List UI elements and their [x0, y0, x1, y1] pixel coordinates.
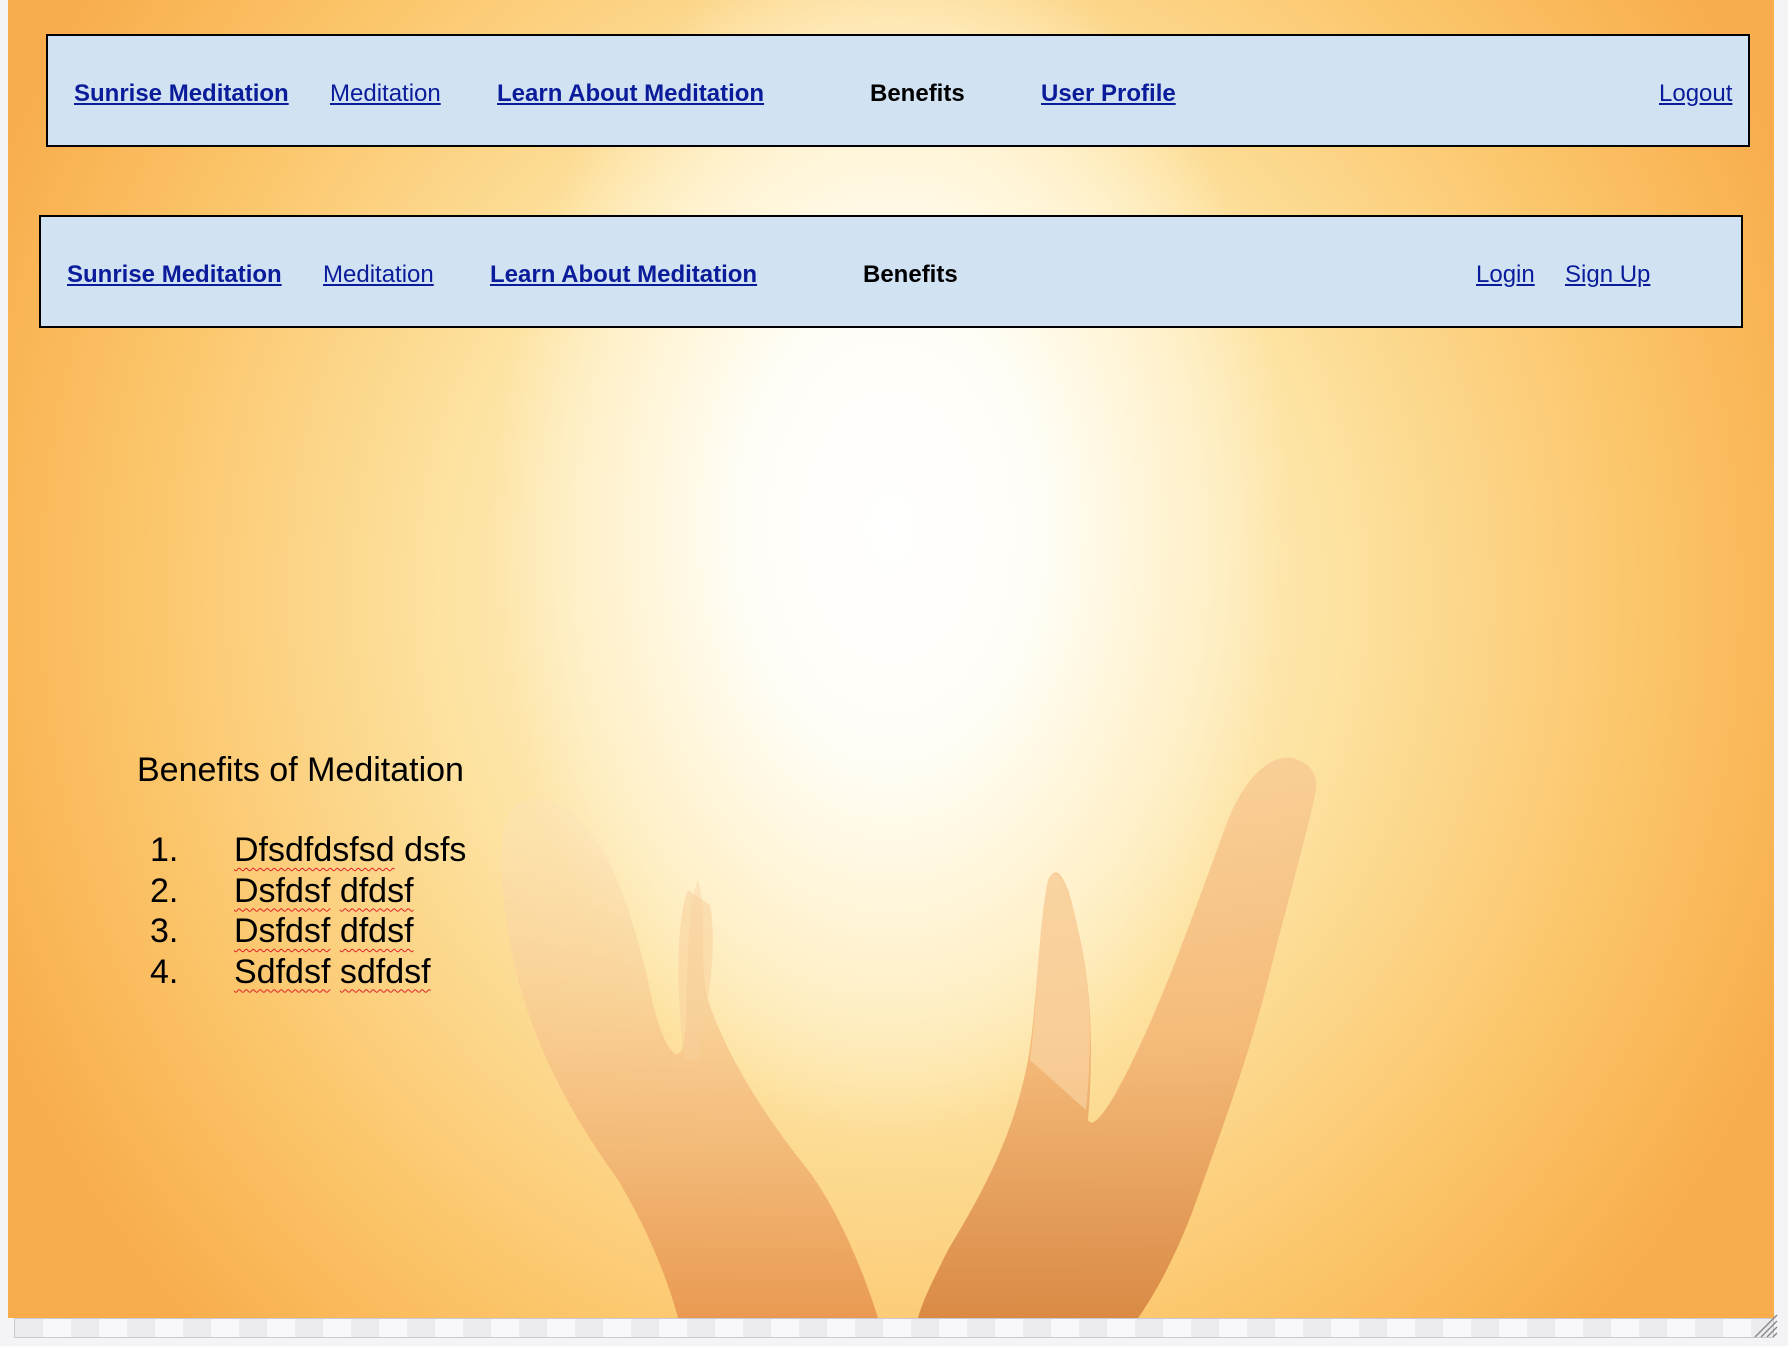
nav-link-meditation[interactable]: Meditation — [330, 82, 441, 106]
list-item-word: dfdsf — [339, 912, 414, 950]
list-item-text: Dsfdsf dfdsf — [234, 871, 414, 911]
nav-link-learn-about-meditation[interactable]: Learn About Meditation — [497, 82, 764, 106]
list-item-word: dfdsf — [339, 871, 414, 910]
main-nav-logged-out: Sunrise Meditation Meditation Learn Abou… — [39, 215, 1743, 328]
main-nav-logged-in: Sunrise Meditation Meditation Learn Abou… — [46, 34, 1750, 147]
nav-link-meditation[interactable]: Meditation — [323, 263, 434, 287]
list-item-word: Dsfdsf — [234, 912, 331, 950]
list-item-number: 2. — [150, 871, 179, 910]
list-item-word: sdfdsf — [339, 952, 431, 991]
list-item-number: 4. — [150, 952, 179, 991]
nav-current-benefits: Benefits — [870, 80, 965, 107]
list-item-word: Dsfdsf — [234, 871, 331, 910]
benefits-section: Benefits of Meditation 1. Dfsdfdsfsd dsf… — [137, 748, 466, 993]
brand-link[interactable]: Sunrise Meditation — [74, 82, 289, 106]
list-item: 2. Dsfdsf dfdsf — [137, 871, 464, 912]
logout-link[interactable]: Logout — [1659, 82, 1732, 106]
resize-grip-icon[interactable] — [1751, 1311, 1779, 1339]
list-item-text: Dfsdfdsfsd dsfs — [234, 830, 466, 870]
benefits-list: 1. Dfsdfdsfsd dsfs 2. Dsfdsf dfdsf 3. Ds… — [137, 830, 466, 993]
canvas-bottom-strip — [14, 1318, 1774, 1338]
login-link[interactable]: Login — [1476, 263, 1535, 287]
list-item: 3. Dsfdsf dfdsf — [137, 911, 464, 952]
list-item: 1. Dfsdfdsfsd dsfs — [137, 830, 466, 871]
list-item-word: Sdfdsf — [234, 952, 331, 991]
list-item-number: 3. — [150, 912, 179, 950]
list-item-word: dsfs — [404, 831, 467, 869]
list-item-text: Dsfdsf dfdsf — [234, 911, 414, 951]
sunrise-background: Sunrise Meditation Meditation Learn Abou… — [8, 0, 1774, 1318]
raised-hands-illustration — [501, 757, 1317, 1318]
list-item: 4. Sdfdsf sdfdsf — [137, 952, 464, 993]
signup-link[interactable]: Sign Up — [1565, 263, 1650, 287]
brand-link[interactable]: Sunrise Meditation — [67, 263, 282, 287]
list-item-number: 1. — [150, 831, 179, 869]
nav-current-benefits: Benefits — [863, 261, 958, 288]
list-item-text: Sdfdsf sdfdsf — [234, 952, 431, 992]
nav-link-user-profile[interactable]: User Profile — [1041, 82, 1176, 106]
nav-link-learn-about-meditation[interactable]: Learn About Meditation — [490, 263, 757, 287]
list-item-word: Dfsdfdsfsd — [234, 831, 395, 869]
page-title: Benefits of Meditation — [137, 751, 464, 789]
